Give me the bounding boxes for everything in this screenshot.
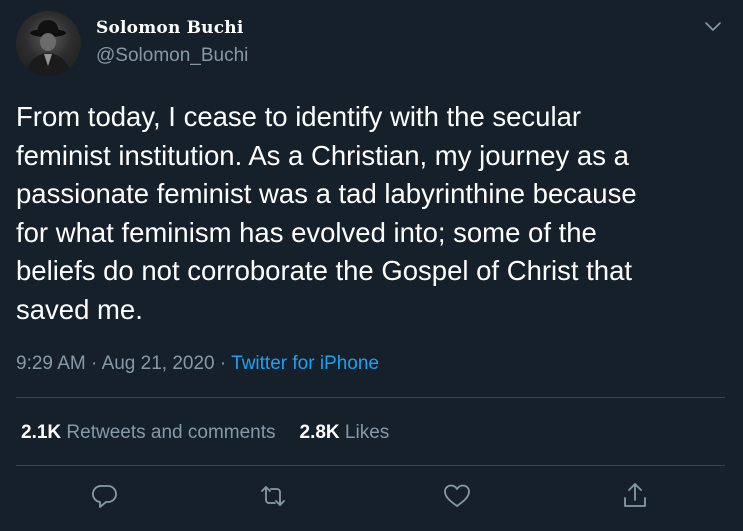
tweet-date[interactable]: Aug 21, 2020 [102,353,215,374]
reply-icon[interactable] [89,480,121,512]
display-name[interactable]: Solomon Buchi [96,18,244,38]
meta-separator: · [85,353,102,374]
action-bar [0,480,743,516]
divider [16,465,725,466]
tweet-time[interactable]: 9:29 AM [16,353,86,374]
tweet-card: Solomon Buchi @Solomon_Buchi From today,… [0,0,743,531]
user-handle[interactable]: @Solomon_Buchi [96,45,248,67]
tweet-source-link[interactable]: Twitter for iPhone [231,353,379,374]
heart-icon[interactable] [441,480,473,512]
retweets-label: Retweets and comments [61,422,276,443]
likes-stat[interactable]: 2.8K Likes [300,422,390,443]
likes-count: 2.8K [299,422,340,443]
retweets-count: 2.1K [21,422,62,443]
chevron-down-icon[interactable] [701,14,725,38]
likes-label: Likes [339,422,390,443]
tweet-stats: 2.1K Retweets and comments 2.8K Likes [21,422,389,444]
share-icon[interactable] [619,480,651,512]
avatar[interactable] [16,11,81,76]
retweet-icon[interactable] [257,480,289,512]
tweet-text: From today, I cease to identify with the… [16,101,637,325]
retweets-stat[interactable]: 2.1K Retweets and comments [21,422,276,443]
divider [16,397,725,398]
meta-separator: · [214,353,232,374]
tweet-metadata: 9:29 AM · Aug 21, 2020 · Twitter for iPh… [16,353,379,375]
